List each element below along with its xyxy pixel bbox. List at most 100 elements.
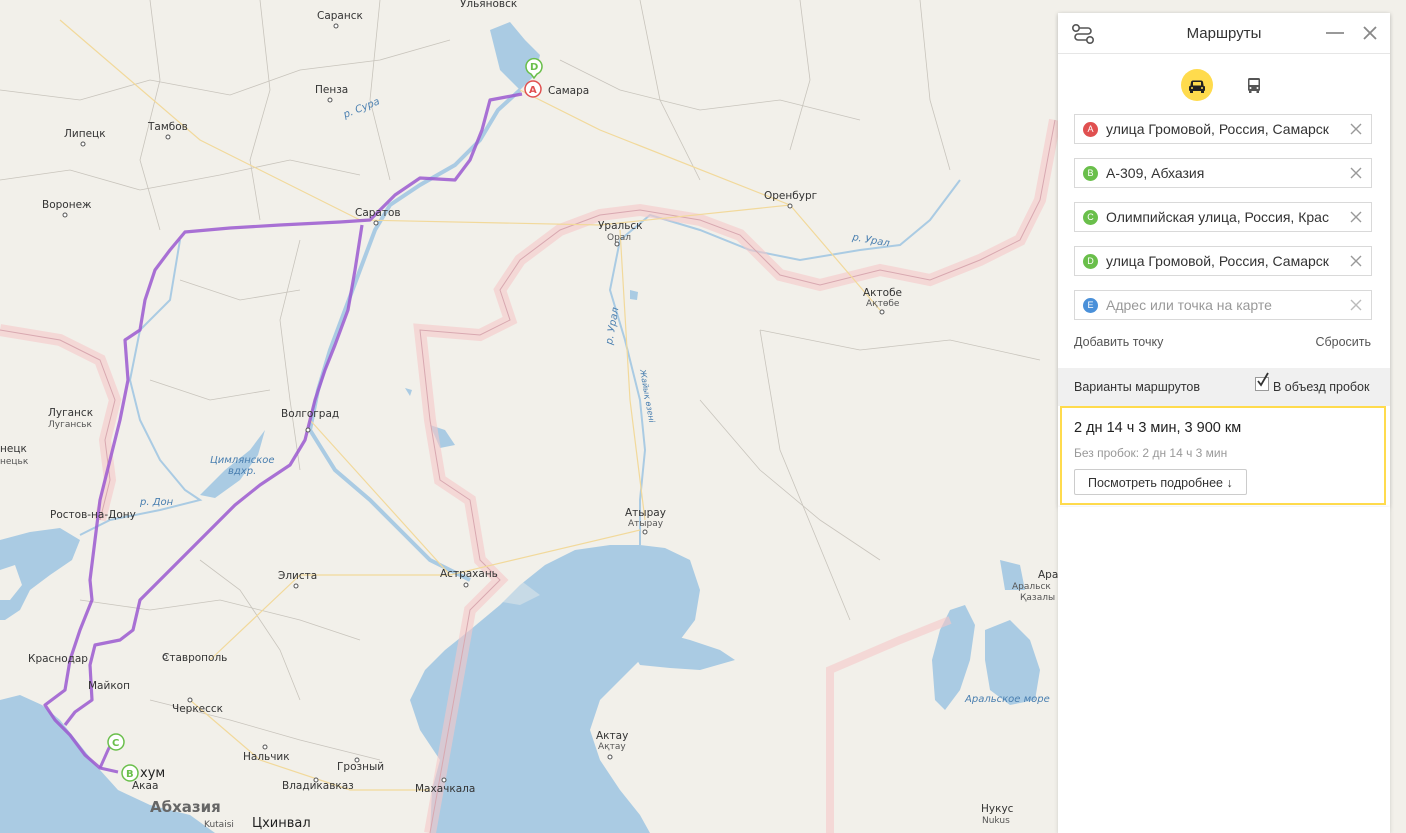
variants-label: Варианты маршрутов [1074, 380, 1201, 394]
city-krasnodar: Краснодар [28, 653, 88, 665]
avoid-traffic-label[interactable]: В объезд пробок [1273, 380, 1369, 394]
svg-text:хум: хум [140, 766, 165, 781]
svg-text:Абхазия: Абхазия [150, 798, 221, 816]
waypoint-d-field[interactable]: D улица Громовой, Россия, Самарск [1074, 246, 1372, 276]
route-summary: 2 дн 14 ч 3 мин, 3 900 км [1074, 420, 1242, 436]
route-result-card[interactable]: 2 дн 14 ч 3 мин, 3 900 км Без пробок: 2 … [1060, 406, 1386, 505]
svg-text:Элиста: Элиста [278, 570, 317, 582]
svg-text:Ақтөбе: Ақтөбе [866, 299, 900, 309]
svg-text:Самара: Самара [548, 85, 589, 97]
svg-text:Kutaisi: Kutaisi [204, 820, 234, 830]
svg-text:Черкесск: Черкесск [172, 703, 223, 715]
svg-text:Акаа: Акаа [132, 780, 158, 792]
svg-text:нецьк: нецьк [0, 457, 29, 467]
region-abkhazia: Абхазия [150, 798, 221, 816]
svg-text:Луганск: Луганск [48, 407, 93, 419]
svg-text:Ставрополь: Ставрополь [162, 652, 227, 664]
aral-sea-label: Аральское море [964, 694, 1050, 705]
svg-text:Махачкала: Махачкала [415, 783, 475, 795]
avoid-traffic-checkbox[interactable] [1255, 372, 1269, 391]
checkmark-icon [1257, 372, 1269, 387]
bus-icon [1248, 78, 1260, 93]
svg-text:Ростов-на-Дону: Ростов-на-Дону [50, 509, 136, 521]
svg-text:Қазалы: Қазалы [1020, 593, 1055, 603]
svg-text:Ақтау: Ақтау [598, 742, 626, 752]
panel-empty-area [1058, 507, 1390, 833]
svg-text:Грозный: Грозный [337, 761, 384, 773]
waypoint-b-field[interactable]: B А-309, Абхазия [1074, 158, 1372, 188]
svg-text:Астрахань: Астрахань [440, 568, 498, 580]
clear-icon[interactable] [1349, 166, 1363, 180]
clear-icon[interactable] [1349, 298, 1363, 312]
add-point-link[interactable]: Добавить точку [1074, 335, 1163, 349]
waypoint-c-value[interactable]: Олимпийская улица, Россия, Крас [1106, 209, 1339, 225]
marker-c[interactable]: C [107, 733, 125, 751]
city-samara: Самара [548, 85, 589, 97]
svg-text:нецк: нецк [0, 443, 27, 455]
svg-text:D: D [530, 62, 538, 73]
city-vladikavkaz: Владикавказ [282, 777, 354, 792]
svg-text:Nukus: Nukus [982, 816, 1010, 826]
waypoint-c-field[interactable]: C Олимпийская улица, Россия, Крас [1074, 202, 1372, 232]
svg-text:Луганськ: Луганськ [48, 420, 92, 430]
transport-modes [1058, 65, 1390, 105]
waypoint-c-dot: C [1083, 210, 1098, 225]
waypoint-a-dot: A [1083, 122, 1098, 137]
city-rostov: Ростов-на-Дону [50, 509, 136, 521]
svg-text:Уральск: Уральск [598, 220, 643, 232]
svg-text:Цхинвал: Цхинвал [252, 816, 311, 831]
svg-text:B: B [126, 769, 134, 780]
route-no-traffic: Без пробок: 2 дн 14 ч 3 мин [1074, 446, 1228, 460]
reset-link[interactable]: Сбросить [1315, 335, 1371, 349]
details-button[interactable]: Посмотреть подробнее ↓ [1074, 469, 1247, 495]
svg-text:Оренбург: Оренбург [764, 190, 817, 202]
panel-header: Маршруты [1058, 13, 1390, 54]
city-kutaisi: Kutaisi [204, 820, 234, 830]
city-maykop: Майкоп [88, 680, 130, 692]
waypoint-d-dot: D [1083, 254, 1098, 269]
routes-panel: Маршруты A улица Громовой, Россия, Самар… [1058, 13, 1390, 507]
svg-text:C: C [112, 738, 119, 749]
waypoint-d-value[interactable]: улица Громовой, Россия, Самарск [1106, 253, 1339, 269]
variants-bar: Варианты маршрутов В объезд пробок [1058, 368, 1390, 406]
city-lugansk: ЛуганскЛуганськ [48, 407, 93, 430]
waypoint-e-dot: E [1083, 298, 1098, 313]
svg-text:Нукус: Нукус [981, 803, 1014, 815]
svg-text:Атырау: Атырау [625, 507, 666, 519]
reservoir-label-2: вдхр. [228, 466, 256, 477]
svg-text:Актау: Актау [596, 730, 628, 742]
marker-a[interactable]: A [524, 80, 542, 98]
svg-text:Владикавказ: Владикавказ [282, 780, 354, 792]
waypoint-a-value[interactable]: улица Громовой, Россия, Самарск [1106, 121, 1339, 137]
svg-text:Майкоп: Майкоп [88, 680, 130, 692]
svg-text:Актобе: Актобе [863, 287, 902, 299]
svg-text:Нальчик: Нальчик [243, 751, 290, 763]
svg-text:Воронеж: Воронеж [42, 199, 92, 211]
waypoint-b-value[interactable]: А-309, Абхазия [1106, 165, 1339, 181]
svg-text:Волгоград: Волгоград [281, 408, 339, 420]
car-mode-button[interactable] [1181, 69, 1213, 101]
waypoint-e-field[interactable]: E Адрес или точка на карте [1074, 290, 1372, 320]
svg-text:Липецк: Липецк [64, 128, 106, 140]
reservoir-label: Цимлянское [210, 455, 275, 466]
river-don-label: р. Дон [139, 497, 174, 508]
svg-text:Тамбов: Тамбов [147, 121, 188, 133]
svg-text:Саратов: Саратов [355, 207, 401, 219]
svg-text:Краснодар: Краснодар [28, 653, 88, 665]
svg-text:Пенза: Пенза [315, 84, 348, 96]
city-ulyanovsk: Ульяновск [460, 0, 517, 10]
svg-text:Ульяновск: Ульяновск [460, 0, 517, 10]
bus-mode-button[interactable] [1240, 71, 1268, 99]
clear-icon[interactable] [1349, 122, 1363, 136]
minimize-icon[interactable] [1326, 32, 1344, 34]
close-icon[interactable] [1360, 23, 1380, 43]
waypoint-e-input[interactable]: Адрес или точка на карте [1106, 297, 1339, 313]
marker-b[interactable]: B [121, 764, 139, 782]
waypoint-a-field[interactable]: A улица Громовой, Россия, Самарск [1074, 114, 1372, 144]
city-stavropol: Ставрополь [162, 652, 227, 664]
clear-icon[interactable] [1349, 254, 1363, 268]
clear-icon[interactable] [1349, 210, 1363, 224]
svg-text:A: A [529, 85, 537, 96]
svg-text:Аральск: Аральск [1012, 582, 1051, 592]
svg-text:Орал: Орал [607, 233, 631, 243]
